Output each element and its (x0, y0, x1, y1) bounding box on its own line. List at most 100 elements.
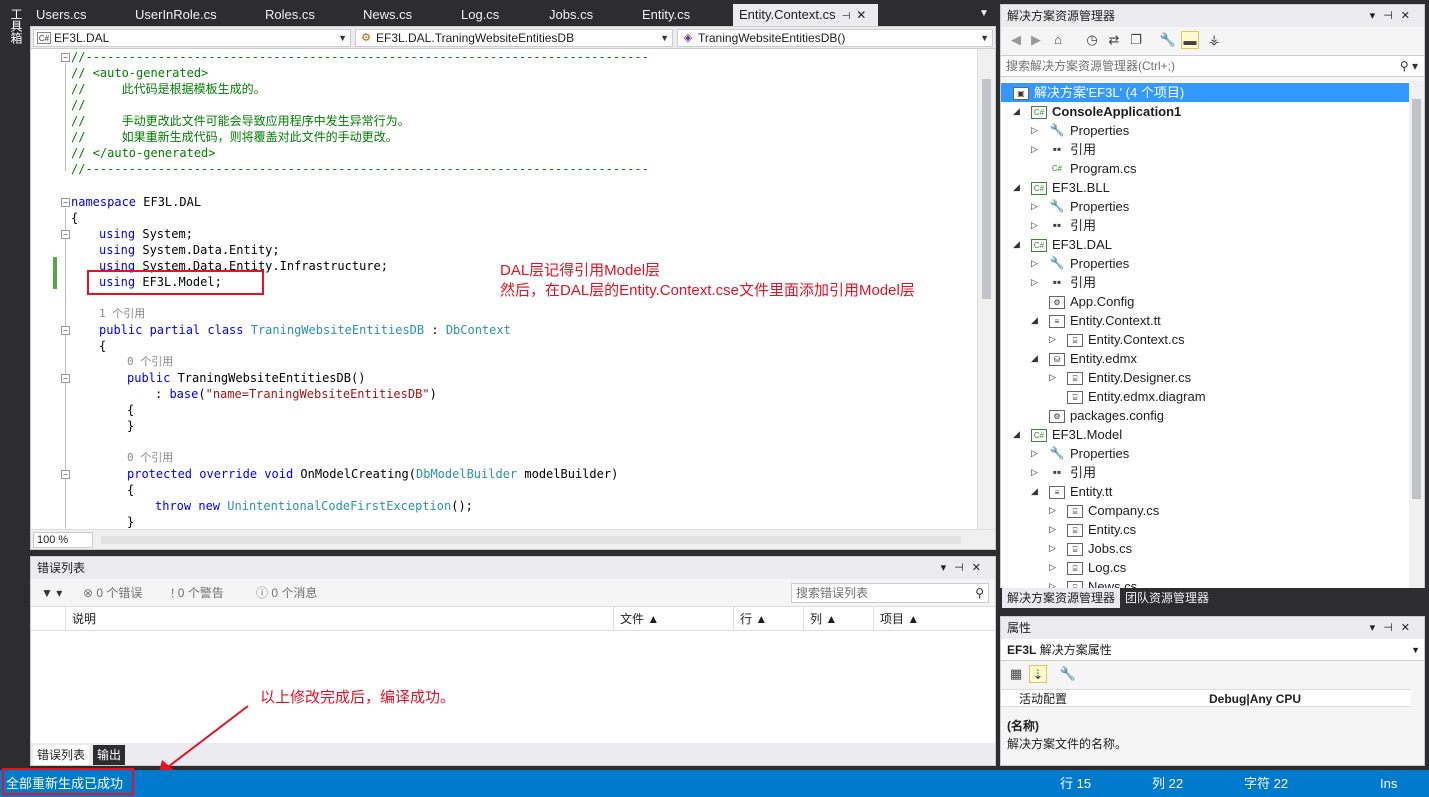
member-dropdown[interactable]: ◈ TraningWebsiteEntitiesDB() ▼ (677, 29, 993, 47)
error-search-input[interactable]: 搜索错误列表 ⚲ (791, 583, 989, 603)
tree-item[interactable]: ▷ ⌸ Company.cs (1001, 501, 1159, 520)
object-selector[interactable]: EF3L 解决方案属性 ▼ (1001, 639, 1424, 661)
categorized-icon[interactable]: ▦ (1007, 665, 1025, 683)
collapsed-arrow-icon[interactable]: ▷ (1031, 254, 1038, 273)
tab-news[interactable]: News.cs (357, 4, 452, 26)
tab-roles[interactable]: Roles.cs (259, 4, 354, 26)
collapse-all-icon[interactable]: ❐ (1127, 31, 1145, 49)
collapse-icon[interactable]: − (61, 198, 70, 207)
column-line[interactable]: 行 ▲ (733, 607, 803, 631)
column-col[interactable]: 列 ▲ (803, 607, 873, 631)
tree-item[interactable]: ▷ 🔧 Properties (1001, 121, 1129, 140)
tree-item-project[interactable]: ◢ C# EF3L.BLL (1001, 178, 1110, 197)
property-row[interactable]: 活动配置 Debug|Any CPU (1001, 689, 1411, 707)
tree-item[interactable]: ◢ ≡ Entity.tt (1001, 482, 1112, 501)
expanded-arrow-icon[interactable]: ◢ (1031, 482, 1038, 501)
collapsed-arrow-icon[interactable]: ▷ (1031, 463, 1038, 482)
project-dropdown[interactable]: C# EF3L.DAL ▼ (33, 29, 351, 47)
class-view-icon[interactable]: ⚶ (1205, 31, 1223, 49)
vertical-scrollbar[interactable] (977, 49, 995, 529)
tree-item[interactable]: ▷ ⌸ Jobs.cs (1001, 539, 1132, 558)
expanded-arrow-icon[interactable]: ◢ (1013, 102, 1020, 121)
collapsed-arrow-icon[interactable]: ▷ (1031, 140, 1038, 159)
scrollbar-thumb[interactable] (1412, 99, 1421, 499)
collapsed-arrow-icon[interactable]: ▷ (1049, 330, 1056, 349)
collapsed-arrow-icon[interactable]: ▷ (1031, 197, 1038, 216)
properties-wrench-icon[interactable]: 🔧 (1159, 31, 1177, 49)
warnings-filter-button[interactable]: ! 0 个警告 (171, 584, 224, 602)
tree-item[interactable]: ◢ ≡ Entity.Context.tt (1001, 311, 1161, 330)
messages-filter-button[interactable]: ⓘ 0 个消息 (256, 584, 317, 602)
tree-item[interactable]: ▷ ⌸ Log.cs (1001, 558, 1126, 577)
tree-item-solution[interactable]: ▣ 解决方案'EF3L' (4 个项目) (1001, 83, 1409, 102)
column-description[interactable]: 说明 (65, 607, 613, 631)
reference-count[interactable]: 0 个引用 (127, 450, 173, 466)
tab-entity[interactable]: Entity.cs (636, 4, 730, 26)
tab-userinrole[interactable]: UserInRole.cs (129, 4, 256, 26)
tree-item[interactable]: ⚙ packages.config (1001, 406, 1164, 425)
expanded-arrow-icon[interactable]: ◢ (1013, 178, 1020, 197)
collapse-icon[interactable]: − (61, 374, 70, 383)
collapsed-arrow-icon[interactable]: ▷ (1049, 558, 1056, 577)
expanded-arrow-icon[interactable]: ◢ (1013, 235, 1020, 254)
collapsed-arrow-icon[interactable]: ▷ (1031, 273, 1038, 292)
tree-item[interactable]: ⌸ Entity.edmx.diagram (1001, 387, 1206, 406)
tab-log[interactable]: Log.cs (455, 4, 540, 26)
alphabetical-icon[interactable]: ⇣ (1029, 665, 1047, 683)
window-controls[interactable]: ▾⊣✕ (1370, 617, 1418, 639)
class-dropdown[interactable]: ⚙ EF3L.DAL.TraningWebsiteEntitiesDB ▼ (355, 29, 673, 47)
column-file[interactable]: 文件 ▲ (613, 607, 733, 631)
tree-item-project[interactable]: ◢ C# ConsoleApplication1 (1001, 102, 1181, 121)
tab-overflow-dropdown-icon[interactable]: ▼ (977, 5, 991, 23)
tree-item[interactable]: ▷ ▪▪ 引用 (1001, 140, 1096, 159)
collapsed-arrow-icon[interactable]: ▷ (1049, 520, 1056, 539)
tab-error-list[interactable]: 错误列表 (33, 745, 90, 765)
filter-icon[interactable]: ▼ ▾ (41, 584, 62, 602)
tree-item[interactable]: ▷ 🔧 Properties (1001, 444, 1129, 463)
tree-item[interactable]: ▷ ⌸ Entity.Designer.cs (1001, 368, 1191, 387)
home-icon[interactable]: ⌂ (1049, 31, 1067, 49)
tree-item[interactable]: C# Program.cs (1001, 159, 1136, 178)
tab-output[interactable]: 输出 (93, 745, 126, 765)
errors-filter-button[interactable]: ⊗ 0 个错误 (83, 584, 142, 602)
back-icon[interactable]: ◀ (1007, 31, 1025, 49)
history-icon[interactable]: ◷ (1083, 31, 1101, 49)
tree-item[interactable]: ▷ ▪▪ 引用 (1001, 273, 1096, 292)
collapsed-arrow-icon[interactable]: ▷ (1031, 121, 1038, 140)
reference-count[interactable]: 0 个引用 (127, 354, 173, 370)
collapsed-arrow-icon[interactable]: ▷ (1049, 501, 1056, 520)
reference-count[interactable]: 1 个引用 (99, 306, 145, 322)
expanded-arrow-icon[interactable]: ◢ (1031, 349, 1038, 368)
scrollbar-thumb[interactable] (982, 79, 991, 299)
tree-item[interactable]: ⚙ App.Config (1001, 292, 1134, 311)
collapse-icon[interactable]: − (61, 230, 70, 239)
tree-item[interactable]: ▷ 🔧 Properties (1001, 197, 1129, 216)
tab-team-explorer[interactable]: 团队资源管理器 (1120, 588, 1214, 608)
tab-solution-explorer[interactable]: 解决方案资源管理器 (1002, 588, 1121, 608)
close-icon[interactable]: ✕ (856, 8, 866, 22)
tab-entity-context[interactable]: Entity.Context.cs ⊣ ✕ (733, 4, 878, 26)
toolbox-tab[interactable]: 工具箱 (7, 8, 23, 44)
tab-jobs[interactable]: Jobs.cs (543, 4, 633, 26)
tree-scrollbar[interactable] (1409, 81, 1424, 589)
horizontal-scrollbar[interactable] (101, 536, 961, 544)
collapsed-arrow-icon[interactable]: ▷ (1049, 539, 1056, 558)
tab-users[interactable]: Users.cs (30, 4, 126, 26)
forward-icon[interactable]: ▶ (1027, 31, 1045, 49)
tree-item[interactable]: ▷ ⌸ Entity.cs (1001, 520, 1136, 539)
tree-item[interactable]: ▷ ⌸ Entity.Context.cs (1001, 330, 1185, 349)
preview-toggle-icon[interactable]: ▬ (1181, 31, 1199, 49)
column-project[interactable]: 项目 ▲ (873, 607, 995, 631)
tree-item[interactable]: ▷ 🔧 Properties (1001, 254, 1129, 273)
solution-search-input[interactable]: 搜索解决方案资源管理器(Ctrl+;) ⚲ ▾ (1001, 55, 1424, 77)
expanded-arrow-icon[interactable]: ◢ (1013, 425, 1020, 444)
tree-item-project[interactable]: ◢ C# EF3L.Model (1001, 425, 1122, 444)
collapse-icon[interactable]: − (61, 326, 70, 335)
collapsed-arrow-icon[interactable]: ▷ (1031, 444, 1038, 463)
window-controls[interactable]: ▾⊣✕ (941, 557, 989, 579)
sync-icon[interactable]: ⇄ (1105, 31, 1123, 49)
zoom-dropdown[interactable]: 100 % (33, 532, 93, 548)
window-controls[interactable]: ▾⊣✕ (1370, 5, 1418, 27)
collapsed-arrow-icon[interactable]: ▷ (1049, 368, 1056, 387)
tree-item[interactable]: ▷ ▪▪ 引用 (1001, 463, 1096, 482)
